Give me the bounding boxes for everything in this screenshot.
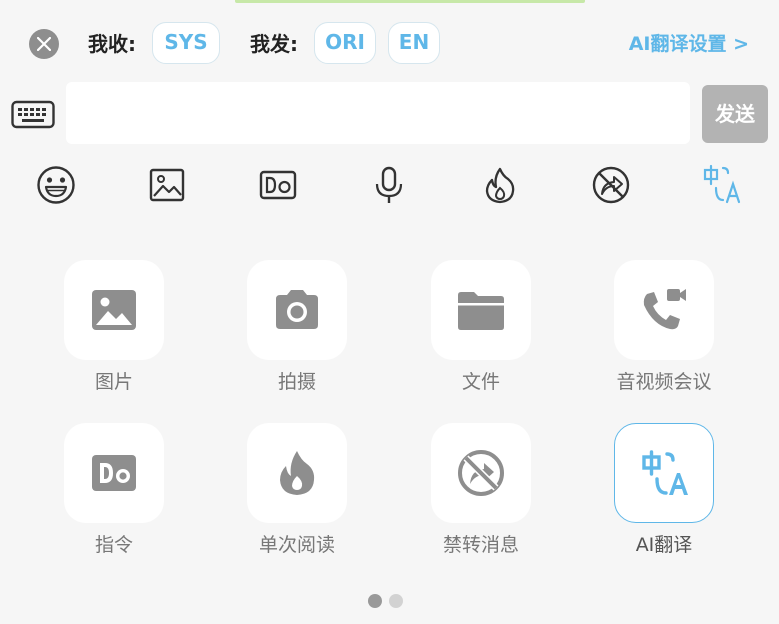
image-icon — [149, 168, 185, 202]
receive-language-label: 我收: — [88, 32, 136, 56]
ai-translation-settings-link[interactable]: AI翻译设置 > — [629, 31, 749, 57]
fire-icon — [280, 451, 315, 495]
burn-after-read-icon — [485, 167, 515, 204]
voice-button[interactable] — [368, 164, 410, 206]
panel-item-label: 禁转消息 — [442, 534, 519, 556]
page-indicator-dot-active[interactable] — [368, 594, 382, 608]
close-icon — [37, 37, 51, 51]
folder-icon — [458, 292, 504, 330]
receive-language-chip[interactable]: SYS — [152, 22, 220, 64]
panel-single-read-button[interactable] — [247, 423, 347, 523]
microphone-icon — [375, 166, 403, 203]
panel-item-label: 文件 — [461, 371, 500, 393]
top-accent-bar — [235, 0, 585, 3]
no-forward-button[interactable] — [590, 164, 632, 206]
panel-item-label: AI翻译 — [635, 534, 693, 556]
emoji-button[interactable] — [35, 164, 77, 206]
camera-icon — [276, 290, 318, 329]
translate-icon — [642, 450, 688, 495]
burn-after-read-button[interactable] — [479, 164, 521, 206]
image-icon — [92, 290, 136, 330]
panel-item-label: 单次阅读 — [258, 534, 335, 556]
panel-item-label: 图片 — [94, 371, 133, 393]
command-icon — [259, 170, 297, 200]
panel-ai-translate-button[interactable] — [614, 423, 714, 523]
page-indicator-dot[interactable] — [389, 594, 403, 608]
video-call-icon — [643, 289, 686, 330]
panel-command-button[interactable] — [64, 423, 164, 523]
translate-button[interactable] — [701, 164, 743, 206]
panel-camera-button[interactable] — [247, 260, 347, 360]
send-language-label: 我发: — [250, 32, 298, 56]
image-button[interactable] — [146, 164, 188, 206]
panel-item-label: 音视频会议 — [616, 371, 712, 393]
send-source-language-chip[interactable]: ORI — [314, 22, 376, 64]
close-translation-button[interactable] — [29, 29, 59, 59]
command-icon — [92, 455, 136, 491]
no-forward-icon — [592, 166, 630, 204]
no-forward-icon — [458, 450, 504, 496]
send-target-language-chip[interactable]: EN — [388, 22, 440, 64]
message-input[interactable] — [66, 82, 690, 144]
panel-item-label: 指令 — [94, 534, 133, 556]
translation-bar: 我收: SYS 我发: ORI EN AI翻译设置 > — [0, 18, 779, 70]
panel-image-button[interactable] — [64, 260, 164, 360]
panel-video-call-button[interactable] — [614, 260, 714, 360]
emoji-icon — [37, 166, 75, 204]
panel-file-button[interactable] — [431, 260, 531, 360]
panel-no-forward-button[interactable] — [431, 423, 531, 523]
send-button[interactable]: 发送 — [702, 85, 768, 143]
keyboard-icon[interactable] — [11, 100, 55, 130]
translate-icon — [703, 164, 741, 204]
command-button[interactable] — [257, 164, 299, 206]
panel-item-label: 拍摄 — [277, 371, 316, 393]
